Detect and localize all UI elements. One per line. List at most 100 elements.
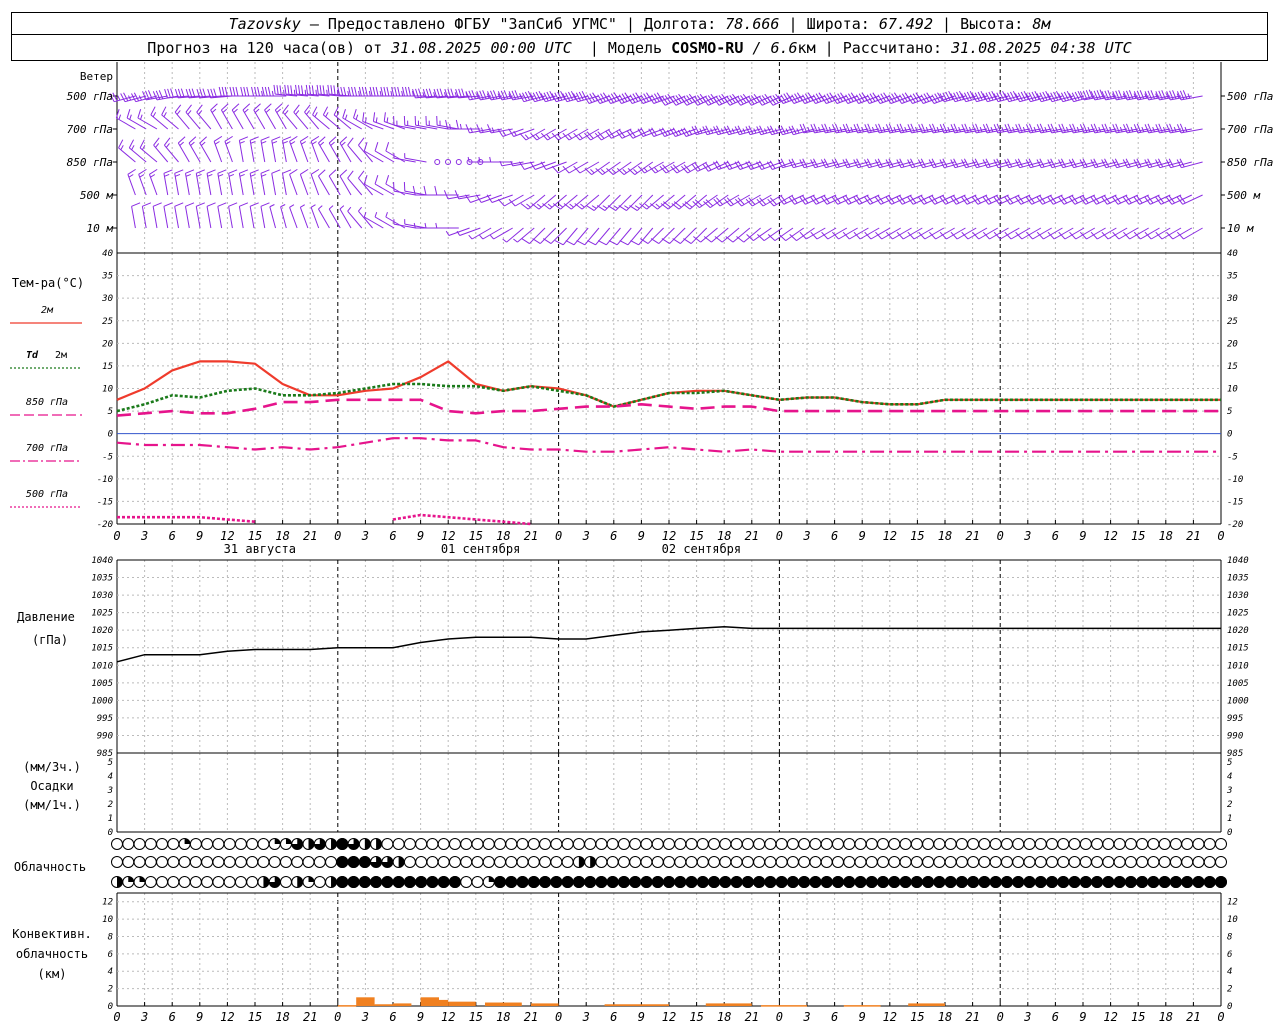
cloud-symbol bbox=[899, 856, 912, 868]
cloud-half bbox=[117, 876, 123, 888]
cloud-full bbox=[550, 876, 563, 888]
cloud-circle bbox=[899, 856, 912, 868]
cloud-symbol bbox=[809, 838, 822, 850]
cloud-circle bbox=[246, 838, 259, 850]
cloud-symbol bbox=[437, 876, 450, 888]
cloud-full bbox=[1068, 876, 1081, 888]
cloud-symbol bbox=[370, 876, 383, 888]
wind-barb-half-feather bbox=[129, 114, 132, 120]
cloud-circle bbox=[1136, 838, 1149, 850]
cloud-circle bbox=[482, 856, 495, 868]
cloud-symbol bbox=[561, 838, 574, 850]
cloud-symbol bbox=[696, 838, 709, 850]
meteogram-chart: Ветер 500 гПа 500 гПа 700 гПа 700 гПа 850 гПа… bbox=[10, 62, 1273, 1024]
cloud-symbol bbox=[1203, 856, 1216, 868]
wind-barb-feather bbox=[131, 202, 141, 207]
cloud-full bbox=[663, 876, 675, 888]
cloud-half bbox=[308, 838, 315, 850]
cloud-symbol bbox=[403, 876, 416, 888]
cloud-symbol bbox=[663, 838, 675, 850]
conv-ytick-left: 10 bbox=[102, 915, 113, 925]
conv-bar bbox=[393, 1003, 412, 1006]
wind-barb-half-feather bbox=[201, 141, 206, 146]
wind-barb bbox=[532, 227, 557, 244]
wind-barb-shaft bbox=[131, 206, 136, 229]
hour-label-bottom: 21 bbox=[524, 1010, 538, 1024]
wind-barb-half-feather bbox=[580, 203, 585, 208]
cloud-circle bbox=[1124, 838, 1137, 850]
cloud-symbol bbox=[1057, 876, 1070, 888]
cloud-symbol bbox=[944, 876, 957, 888]
cloud-symbol bbox=[888, 856, 901, 868]
date-label: 02 сентября bbox=[662, 542, 741, 556]
cloud-symbol bbox=[347, 856, 360, 868]
wind-barb-feather bbox=[455, 119, 459, 130]
cloud-circle bbox=[246, 856, 259, 868]
cloud-circle bbox=[392, 838, 405, 850]
cloud-symbol bbox=[313, 876, 326, 888]
wind-barb-feather bbox=[231, 103, 240, 111]
cloud-symbol bbox=[448, 876, 461, 888]
wind-barb bbox=[328, 136, 341, 163]
cloud-circle bbox=[764, 856, 777, 868]
wind-level-label-left: 500 м bbox=[80, 189, 113, 202]
hour-label-bottom: 9 bbox=[859, 1010, 866, 1024]
wind-barb bbox=[177, 136, 190, 163]
wind-barb-half-feather bbox=[233, 108, 238, 113]
conv-ytick-right: 8 bbox=[1227, 932, 1232, 942]
conv-ytick-right: 6 bbox=[1227, 950, 1232, 960]
cloud-symbol bbox=[843, 838, 856, 850]
cloud-full bbox=[584, 876, 597, 888]
cloud-circle bbox=[1068, 838, 1081, 850]
wind-barb-feather bbox=[145, 90, 150, 100]
cloud-circle bbox=[1057, 838, 1070, 850]
cloud-symbol bbox=[696, 856, 709, 868]
wind-barb-feather bbox=[174, 202, 184, 207]
pressure-ytick-left: 990 bbox=[97, 731, 113, 741]
wind-barb bbox=[217, 169, 227, 196]
wind-barb-half-feather bbox=[1173, 126, 1177, 132]
wind-barb-shaft bbox=[260, 173, 266, 196]
cloud-symbol bbox=[989, 856, 1002, 868]
wind-barb-half-feather bbox=[207, 173, 213, 177]
cloud-circle bbox=[527, 838, 540, 850]
wind-barb-half-feather bbox=[850, 126, 854, 132]
wind-barb bbox=[271, 136, 281, 163]
precip-ytick-left: 5 bbox=[108, 758, 113, 768]
pressure-ytick-left: 995 bbox=[97, 714, 113, 724]
cloud-circle bbox=[775, 856, 788, 868]
cloud-symbol bbox=[741, 856, 754, 868]
wind-barb-half-feather bbox=[254, 108, 260, 113]
cloud-symbol bbox=[1147, 838, 1160, 850]
wind-barb-half-feather bbox=[283, 89, 285, 95]
wind-barb-shaft bbox=[269, 206, 277, 229]
cloud-symbol bbox=[516, 856, 529, 868]
wind-barb-feather bbox=[167, 88, 171, 98]
wind-barb-shaft bbox=[342, 117, 363, 130]
wind-barb-feather bbox=[246, 86, 250, 97]
cloud-symbol bbox=[1046, 876, 1059, 888]
wind-barb-half-feather bbox=[358, 206, 362, 212]
wind-barb-half-feather bbox=[480, 127, 484, 133]
wind-barb-shaft bbox=[404, 124, 427, 130]
cloud-circle bbox=[415, 838, 428, 850]
cloud-circle bbox=[268, 856, 281, 868]
wind-barb-feather bbox=[339, 136, 348, 144]
cloud-circle bbox=[471, 856, 484, 868]
wind-barb-half-feather bbox=[654, 167, 659, 172]
cloud-symbol bbox=[933, 876, 946, 888]
wind-barb bbox=[280, 204, 287, 229]
cloud-symbol bbox=[572, 838, 585, 850]
cloud-symbol bbox=[437, 856, 450, 868]
cloud-circle bbox=[403, 838, 416, 850]
wind-barb-half-feather bbox=[1187, 93, 1191, 99]
wind-barb-half-feather bbox=[435, 222, 438, 229]
cloud-symbol bbox=[989, 838, 1002, 850]
wind-barb bbox=[489, 227, 513, 240]
wind-barb bbox=[574, 194, 600, 210]
wind-barb-shaft bbox=[280, 206, 287, 229]
conv-ytick-left: 8 bbox=[108, 932, 113, 942]
conv-bar bbox=[485, 1002, 522, 1006]
wind-barb-feather bbox=[358, 137, 365, 146]
wind-barb-shaft bbox=[217, 206, 223, 229]
